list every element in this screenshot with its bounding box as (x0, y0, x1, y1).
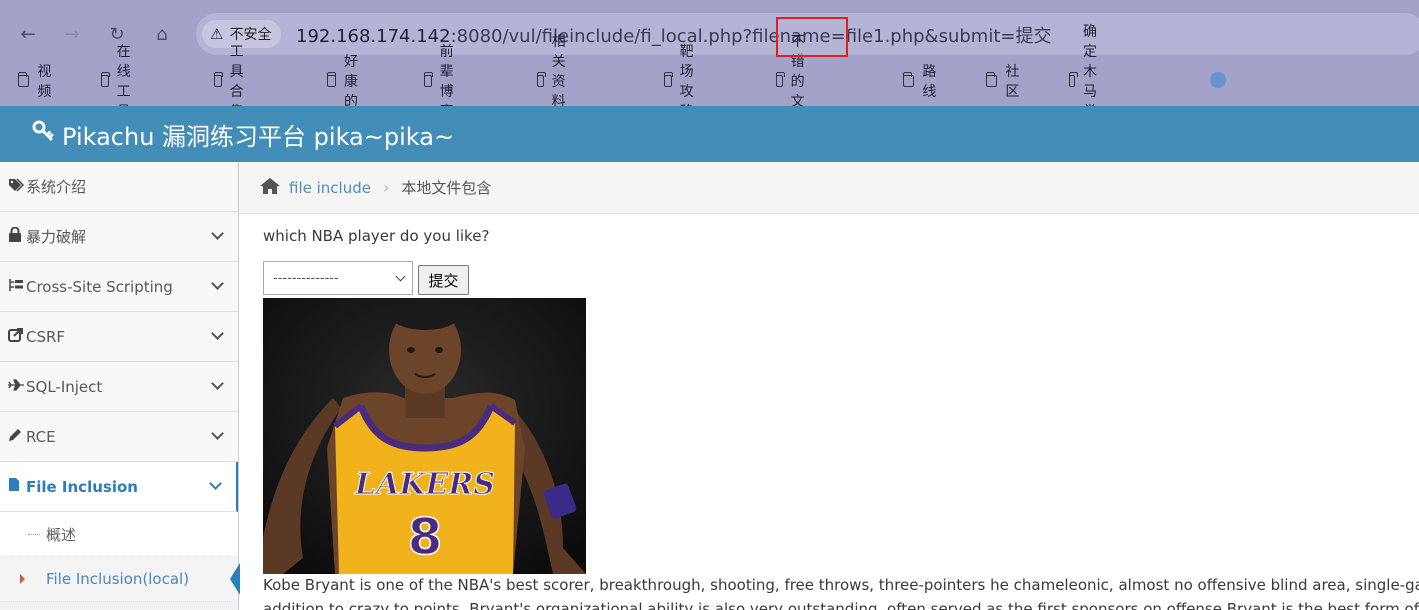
url-highlight-box (776, 17, 848, 57)
folder-icon (17, 72, 30, 87)
forward-button[interactable]: → (58, 20, 86, 48)
chevron-down-icon (395, 271, 406, 282)
sidebar-item-label: Cross-Site Scripting (26, 277, 173, 296)
sidebar-item-file-inclusion[interactable]: File Inclusion (0, 462, 238, 512)
sidebar-item-csrf[interactable]: CSRF (0, 312, 238, 362)
folder-icon (1068, 72, 1078, 87)
home-button[interactable]: ⌂ (148, 20, 176, 48)
sidebar-item-label: File Inclusion (26, 477, 138, 496)
jersey-team-text: LAKERS (354, 467, 495, 502)
bookmark-item[interactable]: 靶场攻略 (663, 44, 702, 120)
bio-text-line: Kobe Bryant is one of the NBA's best sco… (263, 576, 1419, 594)
sidebar-item-brute-force[interactable]: 暴力破解 (0, 212, 238, 262)
bookmark-label: 好康的 (344, 54, 358, 110)
sidebar-item-label: CSRF (26, 327, 66, 346)
chevron-down-icon (209, 477, 222, 490)
question-text: which NBA player do you like? (263, 227, 490, 245)
main-content: which NBA player do you like? ----------… (263, 214, 1419, 610)
folder-icon (536, 72, 546, 87)
bookmark-item[interactable]: 相关资料网 (536, 34, 575, 130)
url-path: :8080/vul/fileinclude/fi_local.php?filen… (450, 26, 1052, 47)
folder-icon (985, 72, 998, 87)
sidebar-item-label: SQL-Inject (26, 377, 103, 396)
player-photo: LAKERS 8 (263, 298, 586, 574)
sidebar-subitem-label: File Inclusion(local) (46, 570, 190, 588)
sidebar-subitem-label: 概述 (46, 525, 77, 544)
bio-text-line: addition to crazy to points, Bryant's or… (263, 600, 1419, 610)
forward-arrow-icon: → (64, 23, 80, 45)
sidebar-item-intro[interactable]: 系统介绍 (0, 162, 238, 212)
sidebar-item-sql-inject[interactable]: SQL-Inject (0, 362, 238, 412)
sidebar-item-xss[interactable]: Cross-Site Scripting (0, 262, 238, 312)
sidebar: 系统介绍 暴力破解 Cross-Site Scripting CSRF SQL-… (0, 162, 240, 610)
bookmark-item[interactable]: 工具合集 (213, 44, 252, 120)
sidebar-item-label: 暴力破解 (26, 228, 87, 246)
folder-icon (213, 72, 223, 87)
key-icon (32, 120, 54, 148)
pencil-icon (8, 428, 26, 446)
sidebar-item-rce[interactable]: RCE (0, 412, 238, 462)
bookmark-label: 路线 (922, 64, 937, 100)
active-pointer-icon (230, 563, 240, 595)
bookmark-item[interactable]: 确定木马类型 (1068, 24, 1107, 140)
chevron-right-icon: › (382, 178, 390, 197)
chevron-down-icon (211, 327, 224, 340)
chevron-down-icon (211, 377, 224, 390)
sidebar-item-label: 系统介绍 (26, 178, 87, 196)
player-select[interactable]: -------------- (263, 261, 413, 295)
bookmark-item[interactable]: 好康的 (326, 54, 365, 110)
breadcrumb-link[interactable]: file include (289, 179, 371, 197)
folder-icon (423, 72, 433, 87)
sidebar-item-label: RCE (26, 427, 56, 446)
bookmark-item[interactable]: 不错的文章 (775, 34, 814, 130)
sidebar-subitem-file-inclusion-local[interactable]: File Inclusion(local) (0, 557, 240, 602)
submit-button[interactable]: 提交 (418, 265, 469, 295)
back-arrow-icon: ← (20, 23, 36, 45)
bookmark-item[interactable]: 视频 (17, 64, 56, 100)
url-host: 192.168.174.142 (296, 26, 451, 47)
bookmark-label: 视频 (37, 64, 52, 100)
app-header: Pikachu 漏洞练习平台 pika~pika~ (0, 106, 1419, 162)
chevron-down-icon (211, 227, 224, 240)
tree-connector (28, 534, 40, 535)
bookmark-extension-icon[interactable] (1210, 72, 1226, 88)
folder-icon (775, 72, 785, 87)
tags-icon (8, 177, 26, 196)
lock-icon (8, 226, 26, 246)
url-text[interactable]: 192.168.174.142:8080/vul/fileinclude/fi_… (296, 22, 1051, 48)
app-title-text: Pikachu 漏洞练习平台 pika~pika~ (62, 122, 455, 151)
bookmark-item[interactable]: 社区 (985, 64, 1024, 100)
select-value: -------------- (273, 270, 339, 286)
jersey-number-text: 8 (408, 508, 443, 566)
file-icon (8, 477, 26, 496)
bookmark-label: 社区 (1005, 64, 1020, 100)
folder-icon (902, 72, 915, 87)
warning-icon: ⚠ (210, 25, 224, 43)
caret-right-icon (20, 574, 25, 584)
sidebar-subitem-overview[interactable]: 概述 (0, 512, 238, 557)
breadcrumb: file include › 本地文件包含 (239, 162, 1419, 214)
bookmark-item[interactable]: 前辈博客 (423, 44, 462, 120)
back-button[interactable]: ← (14, 20, 42, 48)
plane-icon (8, 378, 26, 395)
share-icon (8, 327, 26, 346)
chevron-down-icon (211, 427, 224, 440)
home-icon[interactable] (259, 176, 281, 200)
browser-chrome: ← → ↻ ⌂ ⚠ 不安全 192.168.174.142:8080/vul/f… (0, 0, 1419, 140)
home-icon: ⌂ (156, 23, 168, 45)
bookmark-item[interactable]: 路线 (902, 64, 941, 100)
breadcrumb-current: 本地文件包含 (401, 179, 492, 197)
sitemap-icon (8, 278, 26, 296)
chevron-down-icon (211, 277, 224, 290)
bookmark-item[interactable]: 在线工具 (100, 44, 139, 120)
folder-icon (326, 72, 336, 87)
app-title[interactable]: Pikachu 漏洞练习平台 pika~pika~ (32, 117, 454, 152)
folder-icon (663, 72, 673, 87)
folder-icon (100, 72, 110, 87)
